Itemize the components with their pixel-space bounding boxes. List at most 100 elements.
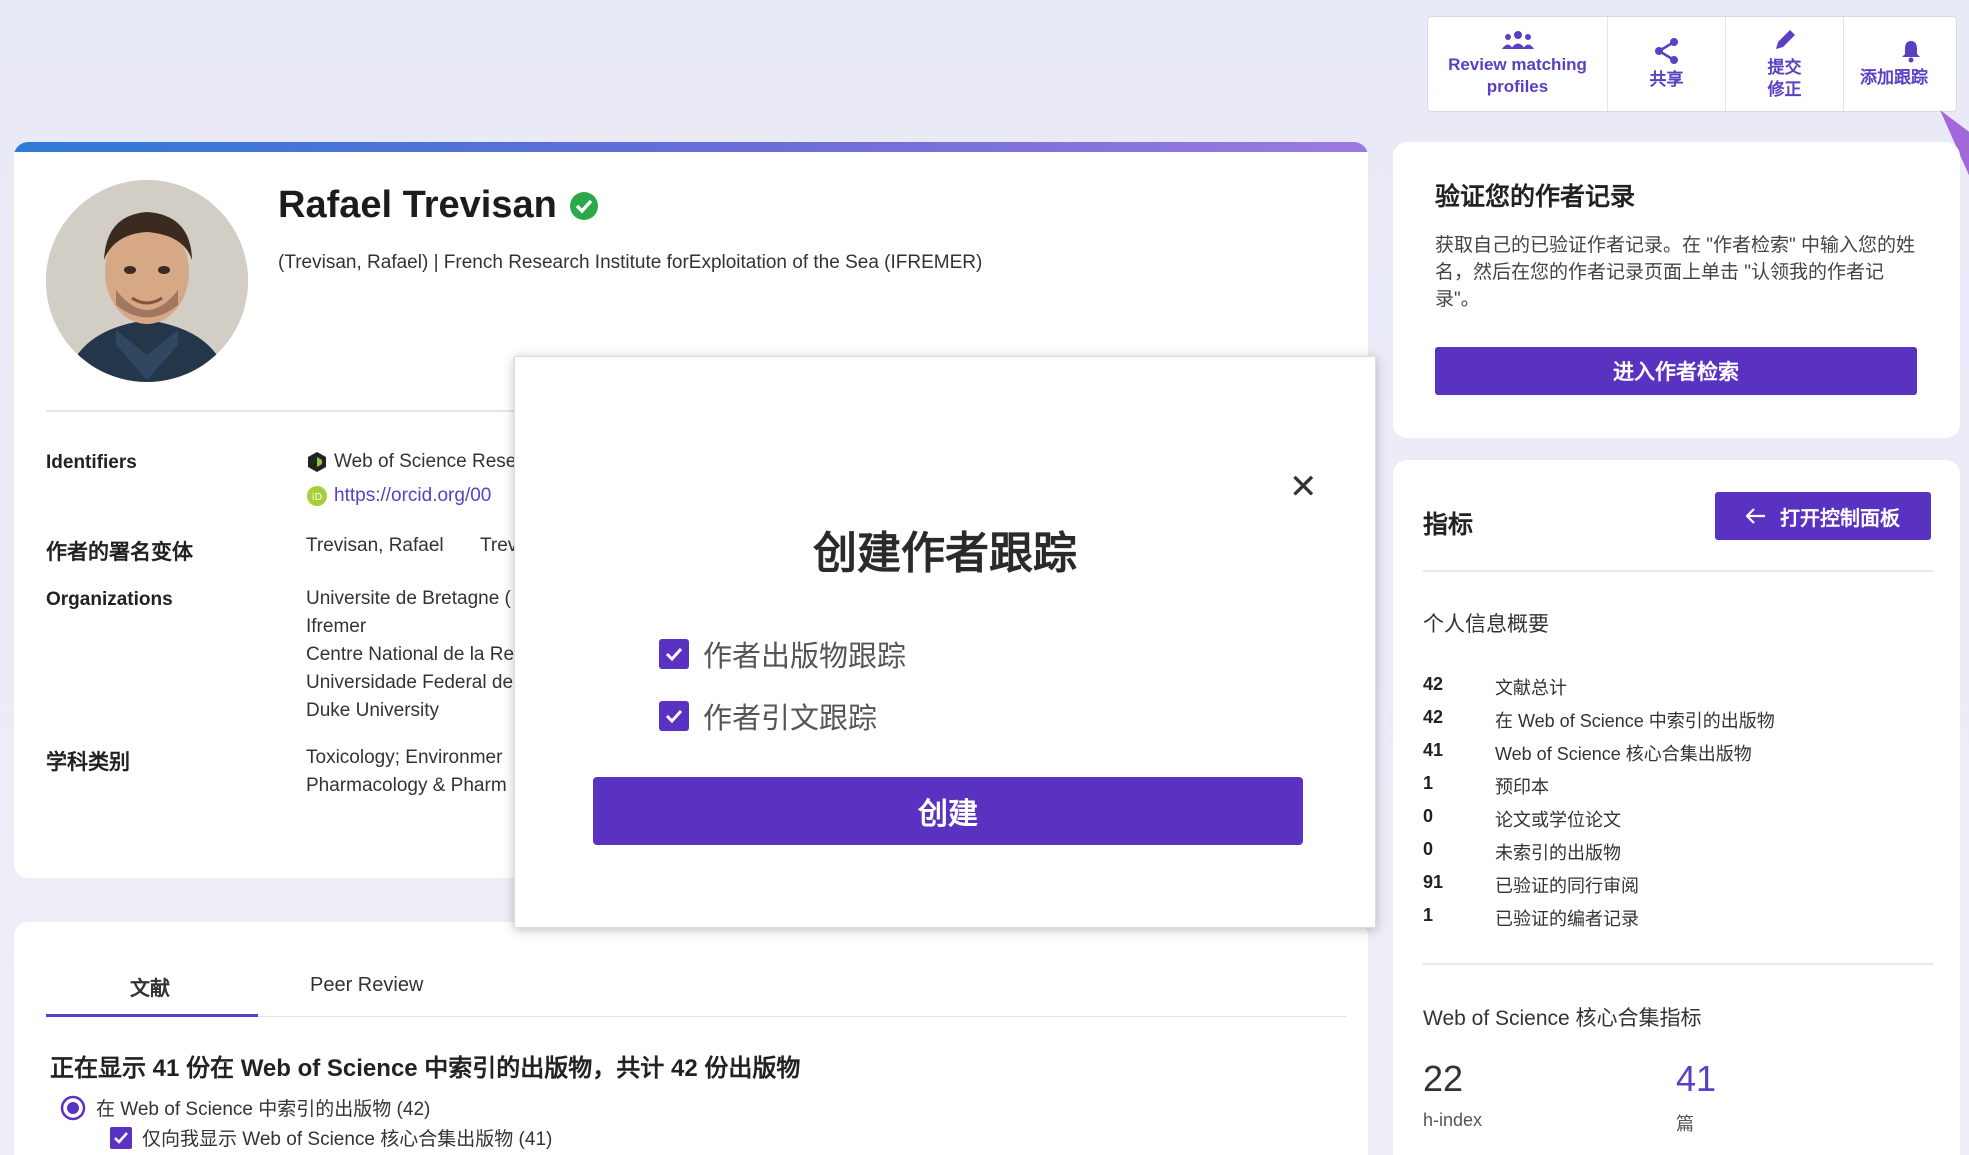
orcid-url: https://orcid.org/00 [334,485,492,506]
author-affiliation: (Trevisan, Rafael) | French Research Ins… [278,252,983,273]
metric-row: 42 在 Web of Science 中索引的出版物 [1423,707,1775,733]
active-tab-indicator [46,1014,258,1017]
verify-record-card: 验证您的作者记录 获取自己的已验证作者记录。在 "作者检索" 中输入您的姓名，然… [1393,142,1960,438]
orcid-link[interactable]: iD https://orcid.org/00 [306,482,491,510]
author-name: Rafael Trevisan [278,184,557,226]
publication-tracking-label: 作者出版物跟踪 [703,641,907,673]
metric-count: 1 [1423,773,1434,793]
submit-correction-button[interactable]: 提交 修正 [1726,17,1844,111]
metric-label: Web of Science 核心合集出版物 [1495,744,1752,764]
metrics-divider [1423,963,1933,965]
checkbox-checked-icon [659,639,689,669]
profile-toolbar: Review matching profiles 共享 提交 修正 添加跟踪 [1427,16,1957,112]
tab-peer-review[interactable]: Peer Review [310,974,423,997]
metric-count: 42 [1423,707,1444,727]
metric-count: 1 [1423,905,1434,925]
svg-text:iD: iD [312,492,323,503]
metric-label: 预印本 [1495,777,1549,797]
share-icon [1654,38,1678,64]
publications-count-label: 篇 [1676,1114,1694,1134]
metric-count: 42 [1423,674,1444,694]
citation-tracking-checkbox[interactable]: 作者引文跟踪 [659,695,877,737]
wos-logo-icon [308,452,326,472]
checkbox-checked-icon [659,701,689,731]
metrics-divider [1423,570,1933,572]
metric-label: 已验证的编者记录 [1495,909,1639,929]
create-button[interactable]: 创建 [593,777,1303,845]
dialog-title: 创建作者跟踪 [813,529,1077,578]
metric-row: 91 已验证的同行审阅 [1423,872,1639,898]
close-icon[interactable]: ✕ [1289,467,1318,507]
metric-label: 未索引的出版物 [1495,843,1621,863]
core-only-label: 仅向我显示 Web of Science 核心合集出版物 (41) [142,1129,553,1150]
verify-description: 获取自己的已验证作者记录。在 "作者检索" 中输入您的姓名，然后在您的作者记录页… [1435,235,1916,310]
metric-label: 论文或学位论文 [1495,810,1621,830]
people-icon [1501,31,1534,49]
h-index-label: h-index [1423,1110,1483,1130]
review-matching-label: Review matching profiles [1448,55,1587,96]
open-dashboard-label: 打开控制面板 [1780,507,1900,530]
create-tracking-dialog: ✕ 创建作者跟踪 作者出版物跟踪 作者引文跟踪 创建 [514,356,1376,928]
organization-item: Universite de Bretagne ( [306,588,511,609]
organization-item: Universidade Federal de [306,672,514,693]
submit-label-line1: 提交 [1767,58,1802,77]
orcid-icon: iD [307,486,327,506]
citation-tracking-label: 作者引文跟踪 [703,703,878,735]
core-collection-label: Web of Science 核心合集指标 [1423,1007,1702,1030]
h-index-value: 22 [1423,1058,1464,1099]
organizations-label: Organizations [46,589,173,610]
bell-icon [1902,41,1920,63]
metric-count: 41 [1423,740,1444,760]
showing-summary: 正在显示 41 份在 Web of Science 中索引的出版物，共计 42 … [50,1055,801,1082]
review-matching-profiles-button[interactable]: Review matching profiles [1428,17,1608,111]
metric-row: 41 Web of Science 核心合集出版物 [1423,740,1752,766]
submit-label-line2: 修正 [1767,80,1802,99]
metric-row: 0 论文或学位论文 [1423,806,1621,832]
profile-header-bar [14,142,1368,152]
tab-documents[interactable]: 文献 [130,972,170,1001]
metric-row: 0 未索引的出版物 [1423,839,1621,865]
subject-line-2: Pharmacology & Pharm [306,775,507,796]
organization-item: Centre National de la Re [306,644,515,665]
verified-check-icon [569,191,598,220]
add-tracking-label: 添加跟踪 [1860,68,1928,87]
metrics-title: 指标 [1423,511,1474,539]
metric-label: 在 Web of Science 中索引的出版物 [1495,711,1775,731]
organization-item: Ifremer [306,616,367,637]
avatar [46,180,248,382]
profile-name-row: Rafael Trevisan [278,184,599,227]
wos-researcher-id[interactable]: Web of Science Rese [306,448,516,476]
name-variants-label: 作者的署名变体 [46,541,193,564]
metric-count: 0 [1423,806,1434,826]
pencil-icon [1775,30,1795,49]
share-button[interactable]: 共享 [1608,17,1726,111]
open-dashboard-button[interactable]: 打开控制面板 [1715,492,1931,540]
name-variant-1: Trevisan, Rafael [306,535,444,556]
publications-count-link[interactable]: 41 [1676,1058,1716,1100]
checkbox-checked-icon [110,1126,132,1149]
publication-tracking-checkbox[interactable]: 作者出版物跟踪 [659,633,906,675]
radio-selected-icon [60,1095,86,1120]
metric-label: 文献总计 [1495,678,1567,698]
overview-label: 个人信息概要 [1423,613,1549,636]
verify-title: 验证您的作者记录 [1435,183,1636,211]
documents-card: 文献 Peer Review 正在显示 41 份在 Web of Science… [14,922,1368,1155]
metric-row: 1 已验证的编者记录 [1423,905,1639,931]
metric-row: 1 预印本 [1423,773,1549,799]
organization-item: Duke University [306,700,440,721]
subject-line-1: Toxicology; Environmer [306,747,503,768]
share-label: 共享 [1649,70,1684,89]
profile-divider [46,410,526,412]
metrics-card: 指标 打开控制面板 个人信息概要 42 文献总计 42 在 Web of Sci… [1393,460,1960,1155]
indexed-publications-label: 在 Web of Science 中索引的出版物 (42) [96,1099,431,1120]
subject-categories-label: 学科类别 [46,751,130,774]
metric-count: 91 [1423,872,1444,892]
indexed-publications-radio[interactable]: 在 Web of Science 中索引的出版物 (42) [60,1094,430,1121]
add-tracking-button[interactable]: 添加跟踪 [1844,17,1956,111]
identifiers-label: Identifiers [46,452,137,473]
metric-count: 0 [1423,839,1434,859]
core-only-checkbox[interactable]: 仅向我显示 Web of Science 核心合集出版物 (41) [110,1124,552,1151]
name-variant-2: Trev [480,535,518,556]
metric-label: 已验证的同行审阅 [1495,876,1639,896]
author-search-button[interactable]: 进入作者检索 [1435,347,1917,395]
